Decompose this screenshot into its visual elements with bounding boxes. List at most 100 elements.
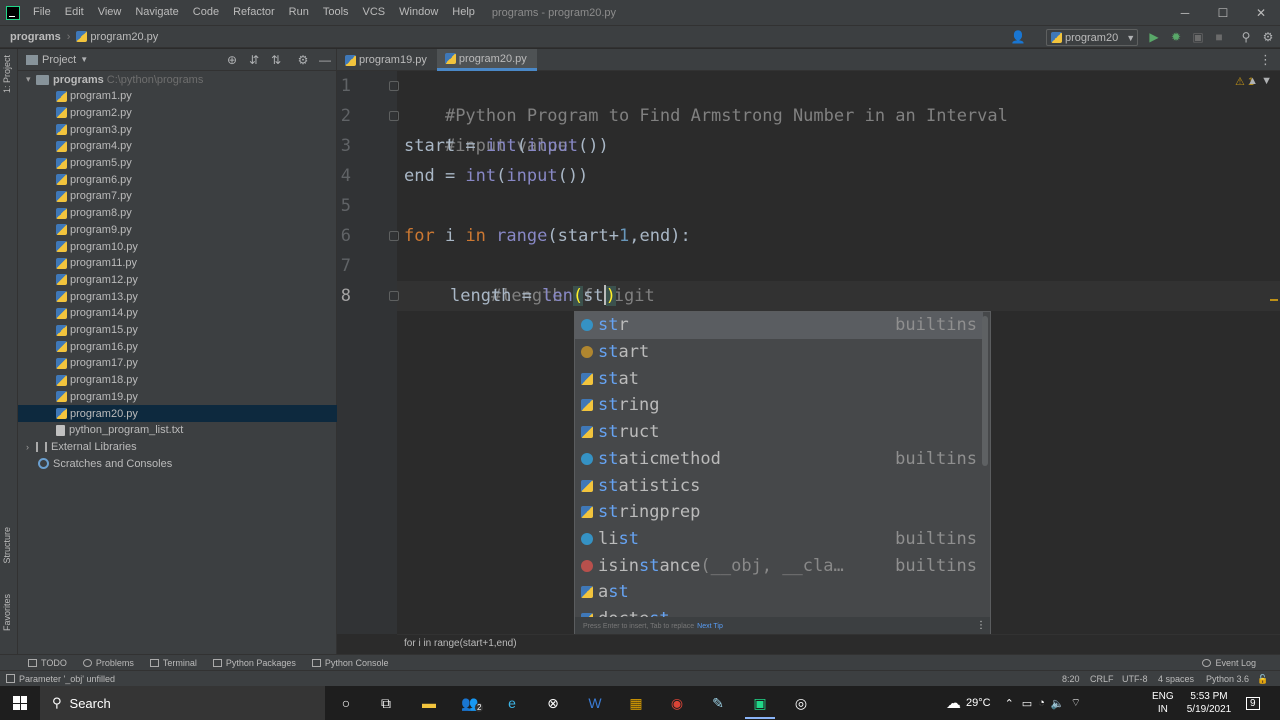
gear-icon[interactable]: ⚙ (295, 52, 311, 68)
menu-code[interactable]: Code (186, 0, 226, 25)
chevron-down-icon[interactable]: ▼ (80, 55, 88, 64)
tab-program19[interactable]: program19.py (337, 49, 437, 71)
completion-item[interactable]: list builtins (575, 526, 983, 553)
tree-item-program3[interactable]: program3.py (18, 121, 337, 138)
fold-icon[interactable] (389, 231, 399, 241)
todo-tool-button[interactable]: TODO (28, 658, 67, 668)
breadcrumb-file[interactable]: program20.py (90, 31, 158, 43)
completion-item[interactable]: string (575, 392, 983, 419)
chevron-up-icon[interactable]: ⌃ (1005, 697, 1014, 710)
fold-icon[interactable] (389, 81, 399, 91)
python-console-tool-button[interactable]: Python Console (311, 658, 388, 668)
menu-run[interactable]: Run (282, 0, 316, 25)
clock[interactable]: 5:53 PM 5/19/2021 (1182, 686, 1236, 720)
expand-all-icon[interactable]: ⇵ (246, 52, 262, 68)
tree-item-program18[interactable]: program18.py (18, 372, 337, 389)
user-icon[interactable]: 👤 (1010, 29, 1026, 45)
completion-scrollbar[interactable] (982, 316, 988, 466)
status-toggle-icon[interactable] (6, 674, 15, 683)
completion-item[interactable]: struct (575, 419, 983, 446)
menu-navigate[interactable]: Navigate (128, 0, 185, 25)
completion-item[interactable]: start (575, 339, 983, 366)
tree-scratches[interactable]: Scratches and Consoles (18, 455, 337, 472)
menu-window[interactable]: Window (392, 0, 445, 25)
action-center-button[interactable]: 9 (1246, 686, 1260, 720)
volume-icon[interactable]: 🔈 (1051, 697, 1065, 710)
settings-icon[interactable]: ⚙ (1260, 29, 1276, 45)
tab-program20[interactable]: program20.py (436, 49, 537, 71)
tree-root-programs[interactable]: ▾ programs C:\python\programs (18, 71, 337, 88)
menu-edit[interactable]: Edit (58, 0, 91, 25)
fold-icon[interactable] (389, 291, 399, 301)
caret-position[interactable]: 8:20 (1062, 671, 1080, 687)
sticky-icon[interactable]: ▦ (624, 691, 648, 715)
tree-item-program12[interactable]: program12.py (18, 271, 337, 288)
run-configuration-select[interactable]: program20 ▼ (1046, 29, 1138, 46)
pycharm-taskbar-icon[interactable]: ▣ (748, 691, 772, 715)
terminal-tool-button[interactable]: Terminal (149, 658, 197, 668)
file-encoding[interactable]: UTF-8 (1122, 671, 1148, 687)
notepad-icon[interactable]: ✎ (706, 691, 730, 715)
taskbar-search[interactable]: ⚲ Search (40, 686, 325, 720)
tree-item-program7[interactable]: program7.py (18, 188, 337, 205)
wifi-icon[interactable]: ⌔ (1071, 696, 1081, 710)
task-view-icon[interactable]: ⧉ (374, 691, 398, 715)
run-icon[interactable]: ▶ (1146, 29, 1162, 45)
project-view-select[interactable]: Project (42, 54, 76, 66)
tree-item-program4[interactable]: program4.py (18, 138, 337, 155)
locate-file-icon[interactable]: ⊕ (224, 52, 240, 68)
indent-setting[interactable]: 4 spaces (1158, 671, 1194, 687)
tree-item-program8[interactable]: program8.py (18, 205, 337, 222)
completion-item[interactable]: stat (575, 365, 983, 392)
tabs-menu-icon[interactable]: ⋮ (1259, 52, 1272, 68)
start-button[interactable] (0, 686, 40, 720)
search-everywhere-icon[interactable]: ⚲ (1238, 29, 1254, 45)
edge-icon[interactable]: e (500, 691, 524, 715)
menu-help[interactable]: Help (445, 0, 482, 25)
line-separator[interactable]: CRLF (1090, 671, 1114, 687)
fold-icon[interactable] (389, 111, 399, 121)
menu-tools[interactable]: Tools (316, 0, 356, 25)
word-icon[interactable]: W (583, 691, 607, 715)
project-tool-button[interactable]: 1: Project (2, 55, 12, 93)
coverage-icon[interactable]: ▣ (1190, 29, 1206, 45)
tree-item-program6[interactable]: program6.py (18, 171, 337, 188)
completion-item[interactable]: stringprep (575, 499, 983, 526)
completion-item[interactable]: str builtins (575, 312, 983, 339)
next-tip-link[interactable]: Next Tip (697, 623, 723, 630)
editor-breadcrumb[interactable]: for i in range(start+1,end) (397, 634, 1280, 654)
tree-item-program1[interactable]: program1.py (18, 88, 337, 105)
tree-item-program10[interactable]: program10.py (18, 238, 337, 255)
lock-icon[interactable]: 🔓 (1257, 671, 1268, 687)
hide-panel-icon[interactable]: — (317, 52, 333, 68)
language-indicator[interactable]: ENG IN (1152, 686, 1174, 720)
tree-item-program17[interactable]: program17.py (18, 355, 337, 372)
python-packages-tool-button[interactable]: Python Packages (212, 658, 296, 668)
tree-item-program5[interactable]: program5.py (18, 155, 337, 172)
tree-item-program14[interactable]: program14.py (18, 305, 337, 322)
favorites-tool-button[interactable]: Favorites (2, 594, 12, 631)
tree-item-program13[interactable]: program13.py (18, 288, 337, 305)
warning-navigation[interactable]: ▲ ▼ (1247, 75, 1272, 87)
obs-icon[interactable]: ◎ (789, 691, 813, 715)
collapse-all-icon[interactable]: ⇅ (268, 52, 284, 68)
tree-item-program2[interactable]: program2.py (18, 104, 337, 121)
structure-tool-button[interactable]: Structure (2, 527, 12, 564)
completion-item[interactable]: statistics (575, 472, 983, 499)
xbox-icon[interactable]: ⊗ (541, 691, 565, 715)
breadcrumb-scope[interactable]: for i in range(start+1,end) (404, 638, 517, 649)
tree-item-program19[interactable]: program19.py (18, 388, 337, 405)
chrome-icon[interactable]: ◉ (665, 691, 689, 715)
close-button[interactable]: ✕ (1242, 0, 1280, 25)
menu-file[interactable]: File (26, 0, 58, 25)
debug-icon[interactable]: ✹ (1168, 29, 1184, 45)
tree-item-program9[interactable]: program9.py (18, 221, 337, 238)
tree-item-program16[interactable]: program16.py (18, 338, 337, 355)
menu-vcs[interactable]: VCS (356, 0, 393, 25)
tree-external-libraries[interactable]: › External Libraries (18, 438, 337, 455)
warning-stripe-marker[interactable] (1270, 299, 1278, 301)
tree-item-program11[interactable]: program11.py (18, 255, 337, 272)
tree-item-python-program-list[interactable]: python_program_list.txt (18, 422, 337, 439)
python-interpreter[interactable]: Python 3.6 (1206, 671, 1249, 687)
more-options-icon[interactable]: ⋮ (976, 620, 986, 631)
